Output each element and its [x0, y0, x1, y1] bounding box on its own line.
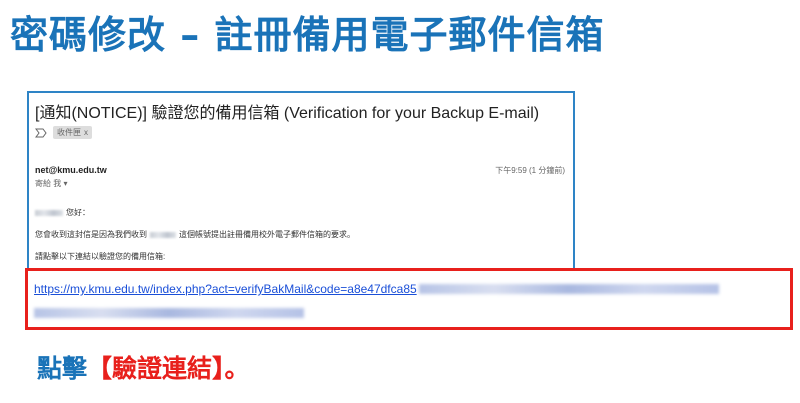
body-line-1-prefix: 您會收到這封信是因為我們收到	[35, 230, 147, 239]
recipient-dropdown[interactable]: 寄給 我 ▾	[35, 178, 67, 189]
redacted-link-code	[418, 284, 719, 294]
sender-address: net@kmu.edu.tw	[35, 165, 107, 175]
body-line-2: 請點擊以下連結以驗證您的備用信箱:	[35, 252, 166, 261]
body-line-1-suffix: 這個帳號提出註冊備用校外電子郵件信箱的要求。	[179, 230, 355, 239]
verification-link-continued[interactable]	[34, 303, 304, 322]
send-time: 下午9:59 (1 分鐘前)	[495, 166, 565, 175]
redacted-link-code-2	[34, 308, 304, 318]
email-subject: [通知(NOTICE)] 驗證您的備用信箱 (Verification for …	[35, 105, 540, 122]
important-marker-icon[interactable]	[35, 128, 47, 138]
label-row: 收件匣 x	[35, 126, 92, 139]
verification-link[interactable]: https://my.kmu.edu.tw/index.php?act=veri…	[34, 282, 719, 296]
instruction-text: 點擊【驗證連結】。	[37, 349, 250, 385]
greeting-text: 您好：	[66, 208, 90, 217]
verification-link-text[interactable]: https://my.kmu.edu.tw/index.php?act=veri…	[34, 282, 417, 296]
body-line-1: 您會收到這封信是因為我們收到 這個帳號提出註冊備用校外電子郵件信箱的要求。	[35, 229, 355, 240]
chip-close-icon[interactable]: x	[84, 128, 88, 137]
greeting-line: 您好：	[35, 207, 90, 218]
instruction-suffix: 。	[224, 354, 250, 383]
instruction-highlight: 【驗證連結】	[87, 354, 225, 383]
slide-title: 密碼修改 – 註冊備用電子郵件信箱	[10, 13, 605, 57]
redacted-name	[35, 209, 63, 216]
email-screenshot: [通知(NOTICE)] 驗證您的備用信箱 (Verification for …	[27, 91, 575, 271]
redacted-account	[150, 231, 176, 238]
instruction-prefix: 點擊	[37, 354, 88, 383]
inbox-label-chip[interactable]: 收件匣 x	[53, 126, 92, 139]
inbox-label-text: 收件匣	[57, 128, 81, 137]
verification-link-highlight: https://my.kmu.edu.tw/index.php?act=veri…	[25, 268, 793, 330]
